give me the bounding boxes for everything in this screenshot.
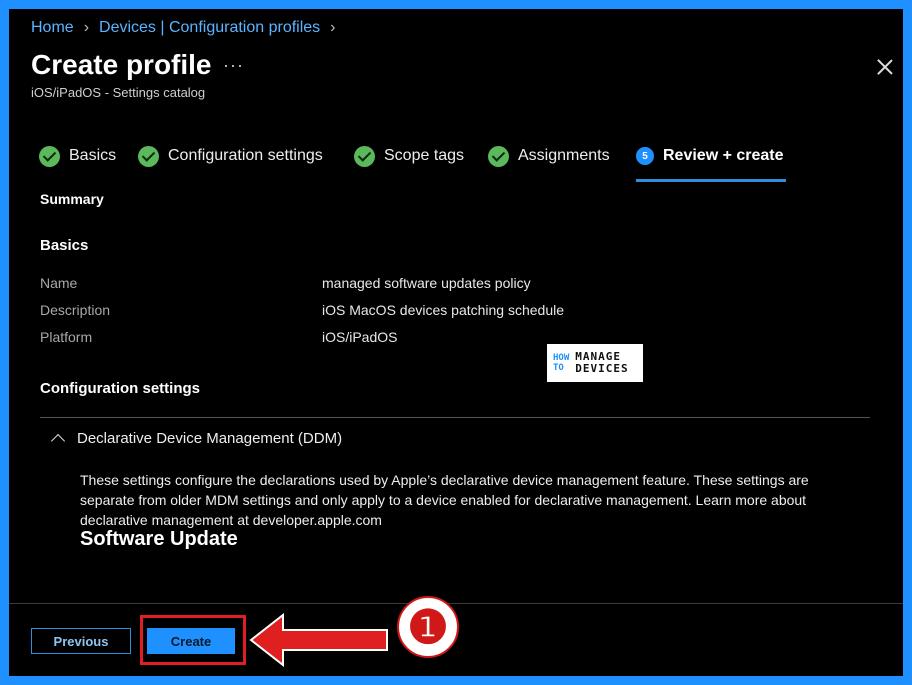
step-number-annotation: ❶ [397, 596, 459, 658]
page-subtitle: iOS/iPadOS - Settings catalog [31, 85, 206, 100]
name-value: managed software updates policy [322, 275, 531, 291]
chevron-up-icon [50, 433, 66, 449]
breadcrumb: Home › Devices | Configuration profiles … [31, 19, 336, 37]
close-icon[interactable] [875, 57, 895, 77]
active-step-underline [636, 179, 786, 182]
previous-button[interactable]: Previous [31, 628, 131, 654]
footer-divider [9, 603, 903, 604]
page-title: Create profile [31, 49, 212, 80]
check-circle-icon [138, 145, 159, 167]
divider [40, 417, 870, 418]
description-value: iOS MacOS devices patching schedule [322, 302, 565, 318]
step-basics[interactable]: Basics [39, 143, 116, 169]
step-assignments[interactable]: Assignments [488, 143, 610, 169]
summary-heading: Summary [40, 191, 104, 207]
step-label: Configuration settings [168, 147, 323, 164]
logo-text: DEVICES [575, 362, 629, 375]
ddm-section-toggle[interactable]: Declarative Device Management (DDM) [50, 430, 343, 449]
breadcrumb-devices[interactable]: Devices | Configuration profiles [99, 19, 320, 37]
step-configuration-settings[interactable]: Configuration settings [138, 143, 323, 169]
software-update-heading: Software Update [80, 528, 238, 550]
step-label: Basics [69, 147, 117, 164]
platform-value: iOS/iPadOS [322, 329, 398, 345]
howtomanagedevices-logo: HOW TO MANAGE DEVICES [547, 344, 643, 382]
more-options-icon[interactable]: ··· [223, 55, 244, 76]
app-frame: Home › Devices | Configuration profiles … [9, 9, 903, 676]
name-label: Name [40, 275, 78, 291]
basics-heading: Basics [40, 237, 89, 254]
chevron-right-icon: › [330, 19, 336, 36]
step-review-create[interactable]: 5 Review + create [636, 143, 786, 182]
step-scope-tags[interactable]: Scope tags [354, 143, 464, 169]
step-label: Scope tags [384, 147, 465, 164]
step-number-badge: 5 [636, 147, 654, 165]
ddm-title: Declarative Device Management (DDM) [77, 430, 343, 447]
breadcrumb-home[interactable]: Home [31, 19, 74, 37]
check-circle-icon [39, 145, 60, 167]
description-label: Description [40, 302, 111, 318]
wizard-steps: Basics Configuration settings Scope tags… [39, 143, 799, 182]
logo-text: TO [553, 363, 564, 373]
configuration-settings-heading: Configuration settings [40, 380, 200, 397]
chevron-right-icon: › [83, 19, 90, 36]
logo-text: HOW [553, 353, 570, 363]
ddm-description: These settings configure the declaration… [80, 472, 809, 528]
annotation-arrow-icon [249, 613, 388, 667]
create-button[interactable]: Create [147, 628, 235, 654]
check-circle-icon [354, 145, 375, 167]
step-label: Assignments [518, 147, 610, 164]
step-label: Review + create [663, 147, 784, 164]
check-circle-icon [488, 145, 509, 167]
platform-label: Platform [40, 329, 93, 345]
